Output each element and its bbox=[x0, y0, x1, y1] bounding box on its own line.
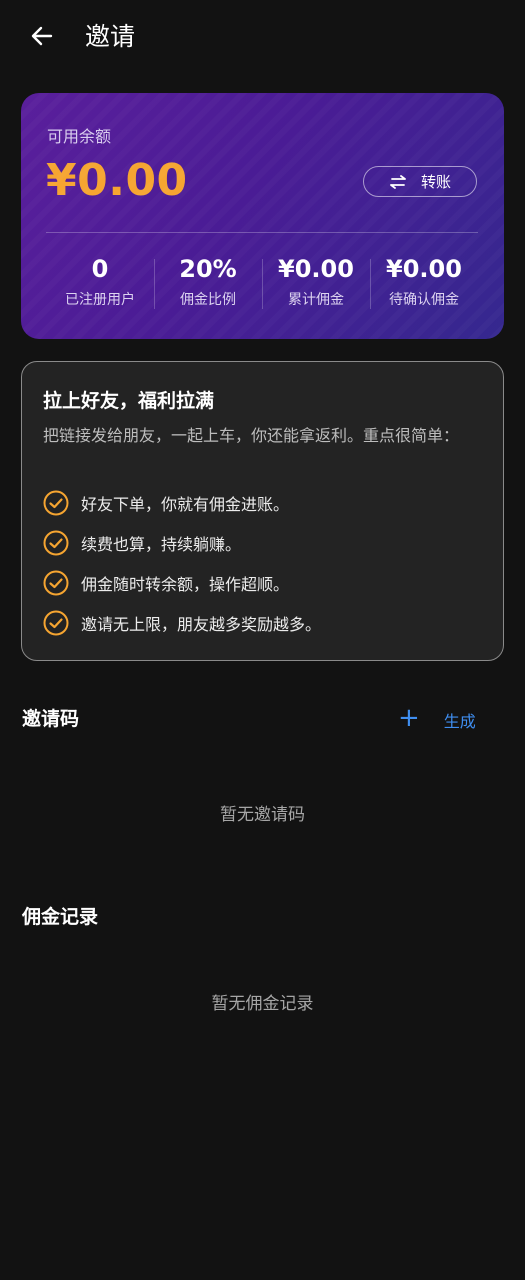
benefit-item: 好友下单，你就有佣金进账。 bbox=[43, 490, 289, 516]
stat-value: 20% bbox=[179, 255, 237, 283]
check-circle-icon bbox=[43, 490, 69, 516]
promo-title: 拉上好友，福利拉满 bbox=[43, 390, 215, 412]
stat-commission-rate: 20% 佣金比例 bbox=[154, 253, 262, 313]
invite-codes-empty-text: 暂无邀请码 bbox=[220, 805, 305, 825]
stat-label: 待确认佣金 bbox=[389, 292, 459, 308]
stat-value: 0 bbox=[91, 255, 109, 283]
benefit-text: 邀请无上限，朋友越多奖励越多。 bbox=[81, 615, 322, 634]
stats-row: 0 已注册用户 20% 佣金比例 ¥0.00 累计佣金 ¥0.00 待确认佣金 bbox=[46, 253, 478, 313]
check-circle-icon bbox=[43, 570, 69, 596]
stat-label: 已注册用户 bbox=[65, 292, 135, 308]
benefit-text: 佣金随时转余额，操作超顺。 bbox=[81, 575, 290, 594]
balance-label: 可用余额 bbox=[47, 127, 112, 146]
stat-value: ¥0.00 bbox=[386, 255, 462, 283]
benefit-item: 续费也算，持续躺赚。 bbox=[43, 530, 241, 556]
commission-records-title: 佣金记录 bbox=[22, 906, 99, 928]
check-circle-icon bbox=[43, 530, 69, 556]
page-title: 邀请 bbox=[85, 22, 136, 51]
stat-pending-commission: ¥0.00 待确认佣金 bbox=[370, 253, 478, 313]
benefit-item: 邀请无上限，朋友越多奖励越多。 bbox=[43, 610, 321, 636]
invite-codes-title: 邀请码 bbox=[22, 708, 80, 730]
top-bar: 邀请 bbox=[0, 0, 525, 76]
stat-label: 佣金比例 bbox=[180, 292, 236, 308]
transfer-button-label: 转账 bbox=[420, 173, 451, 191]
card-divider bbox=[46, 232, 478, 233]
balance-amount: ¥0.00 bbox=[46, 155, 188, 206]
check-circle-icon bbox=[43, 610, 69, 636]
stat-value: ¥0.00 bbox=[278, 255, 354, 283]
benefit-item: 佣金随时转余额，操作超顺。 bbox=[43, 570, 289, 596]
stat-label: 累计佣金 bbox=[288, 292, 344, 308]
arrow-left-icon bbox=[31, 26, 53, 46]
benefit-text: 续费也算，持续躺赚。 bbox=[81, 535, 242, 554]
plus-icon: + bbox=[398, 703, 420, 733]
stat-registered-users: 0 已注册用户 bbox=[46, 253, 154, 313]
stat-total-commission: ¥0.00 累计佣金 bbox=[262, 253, 370, 313]
promo-card: 拉上好友，福利拉满 把链接发给朋友，一起上车，你还能拿返利。重点很简单： 好友下… bbox=[21, 361, 504, 661]
generate-button-label: 生成 bbox=[443, 712, 476, 731]
swap-arrows-icon bbox=[390, 174, 406, 189]
promo-description: 把链接发给朋友，一起上车，你还能拿返利。重点很简单： bbox=[43, 426, 460, 445]
balance-card: 可用余额 ¥0.00 转账 0 已注册用户 20% 佣金比例 ¥0.00 累计佣… bbox=[21, 93, 504, 339]
transfer-button[interactable]: 转账 bbox=[363, 166, 477, 197]
commission-records-empty-text: 暂无佣金记录 bbox=[211, 994, 314, 1014]
generate-invite-code-button[interactable]: + 生成 bbox=[398, 700, 476, 736]
back-button[interactable] bbox=[22, 16, 62, 56]
benefit-text: 好友下单，你就有佣金进账。 bbox=[81, 495, 290, 514]
